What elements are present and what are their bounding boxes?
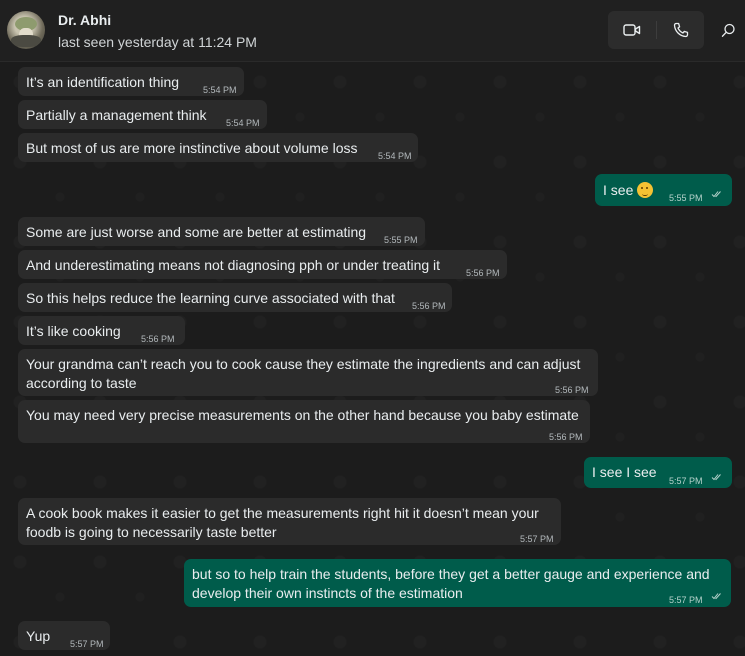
search-button[interactable] bbox=[712, 12, 744, 48]
message-bubble-incoming[interactable]: Yup 5:57 PM bbox=[18, 621, 110, 650]
message-text: So this helps reduce the learning curve … bbox=[26, 290, 395, 306]
thinking-face-emoji bbox=[637, 182, 654, 198]
message-bubble-incoming[interactable]: Partially a management think 5:54 PM bbox=[18, 100, 267, 129]
message-text: but so to help train the students, befor… bbox=[192, 566, 710, 601]
message-text: It’s an identification thing bbox=[26, 74, 180, 90]
message-text: Your grandma can’t reach you to cook cau… bbox=[26, 356, 581, 391]
message-bubble-incoming[interactable]: And underestimating means not diagnosing… bbox=[18, 250, 507, 279]
message-time: 5:57 PM bbox=[669, 595, 703, 605]
message-text: But most of us are more instinctive abou… bbox=[26, 140, 358, 156]
message-time: 5:56 PM bbox=[412, 301, 446, 311]
message-text: You may need very precise measurements o… bbox=[26, 407, 579, 423]
chat-header: Dr. Abhi last seen yesterday at 11:24 PM bbox=[0, 0, 745, 62]
message-time: 5:57 PM bbox=[520, 534, 554, 544]
message-time: 5:56 PM bbox=[549, 432, 583, 442]
message-bubble-incoming[interactable]: A cook book makes it easier to get the m… bbox=[18, 498, 561, 545]
message-bubble-incoming[interactable]: It’s an identification thing 5:54 PM bbox=[18, 67, 244, 96]
message-text: Some are just worse and some are better … bbox=[26, 224, 367, 240]
message-bubble-outgoing[interactable]: I see I see 5:57 PM bbox=[584, 457, 732, 488]
video-call-button[interactable] bbox=[608, 11, 656, 49]
message-bubble-incoming[interactable]: Some are just worse and some are better … bbox=[18, 217, 425, 246]
message-time: 5:56 PM bbox=[555, 385, 589, 395]
message-time: 5:55 PM bbox=[669, 193, 703, 203]
message-list[interactable]: It’s an identification thing 5:54 PM Par… bbox=[0, 62, 745, 656]
message-time: 5:54 PM bbox=[226, 118, 260, 128]
message-time: 5:57 PM bbox=[70, 639, 104, 649]
message-bubble-incoming[interactable]: So this helps reduce the learning curve … bbox=[18, 283, 452, 312]
read-receipt-icon bbox=[711, 474, 721, 481]
contact-avatar[interactable] bbox=[7, 11, 45, 49]
message-bubble-incoming[interactable]: It’s like cooking 5:56 PM bbox=[18, 316, 185, 345]
last-seen-status: last seen yesterday at 11:24 PM bbox=[58, 34, 257, 50]
search-icon bbox=[721, 23, 735, 37]
message-bubble-incoming[interactable]: But most of us are more instinctive abou… bbox=[18, 133, 418, 162]
message-text: Yup bbox=[26, 628, 51, 644]
message-text: I see bbox=[603, 181, 654, 200]
read-receipt-icon bbox=[711, 593, 721, 600]
contact-name[interactable]: Dr. Abhi bbox=[58, 12, 111, 28]
message-text: And underestimating means not diagnosing… bbox=[26, 257, 441, 273]
read-receipt-icon bbox=[711, 191, 721, 198]
voice-call-button[interactable] bbox=[657, 11, 705, 49]
phone-icon bbox=[673, 22, 689, 38]
message-text: A cook book makes it easier to get the m… bbox=[26, 505, 539, 540]
message-bubble-incoming[interactable]: You may need very precise measurements o… bbox=[18, 400, 590, 443]
message-bubble-incoming[interactable]: Your grandma can’t reach you to cook cau… bbox=[18, 349, 598, 396]
message-text: It’s like cooking bbox=[26, 323, 121, 339]
call-button-group bbox=[608, 11, 704, 49]
video-call-icon bbox=[623, 24, 641, 36]
message-text: Partially a management think bbox=[26, 107, 207, 123]
message-time: 5:56 PM bbox=[141, 334, 175, 344]
message-time: 5:55 PM bbox=[384, 235, 418, 245]
message-bubble-outgoing[interactable]: I see 5:55 PM bbox=[595, 174, 732, 206]
message-bubble-outgoing[interactable]: but so to help train the students, befor… bbox=[184, 559, 731, 607]
message-time: 5:56 PM bbox=[466, 268, 500, 278]
message-text: I see I see bbox=[592, 464, 657, 480]
message-time: 5:57 PM bbox=[669, 476, 703, 486]
message-time: 5:54 PM bbox=[203, 85, 237, 95]
message-time: 5:54 PM bbox=[378, 151, 412, 161]
